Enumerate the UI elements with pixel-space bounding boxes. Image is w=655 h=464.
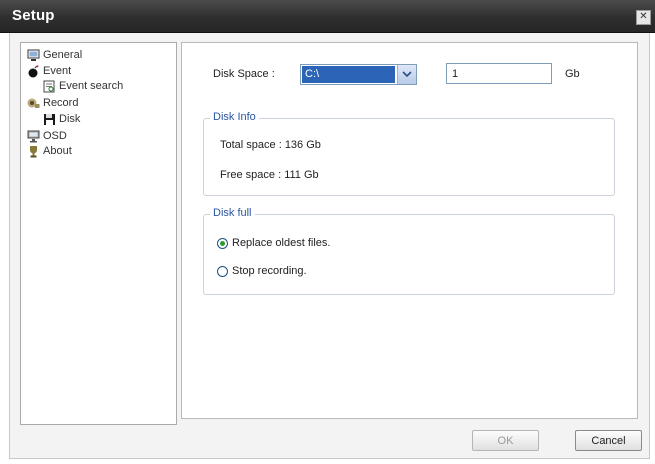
chevron-down-icon <box>402 69 412 81</box>
close-button[interactable]: ✕ <box>636 10 651 25</box>
tree-item-general[interactable]: General <box>27 48 82 62</box>
ok-button[interactable]: OK <box>472 430 539 451</box>
tree-item-label: General <box>43 49 83 61</box>
tree-item-disk[interactable]: Disk <box>43 112 80 126</box>
tree-item-label: OSD <box>43 130 67 142</box>
radio-unselected-icon <box>217 265 228 277</box>
total-space-text: Total space : 136 Gb <box>220 139 321 151</box>
cancel-button[interactable]: Cancel <box>575 430 642 451</box>
tree-item-about[interactable]: About <box>27 144 72 158</box>
search-doc-icon <box>43 80 56 93</box>
tree-item-label: Event <box>43 65 72 77</box>
replace-oldest-radio[interactable]: Replace oldest files. <box>217 237 330 249</box>
replace-oldest-label: Replace oldest files. <box>232 237 331 249</box>
display-icon <box>27 130 40 143</box>
tree-item-label: About <box>43 145 72 157</box>
disk-size-input[interactable] <box>446 63 552 84</box>
disk-full-group: Disk full Replace oldest files. Stop rec… <box>203 207 615 295</box>
disk-info-group: Disk Info Total space : 136 Gb Free spac… <box>203 111 615 196</box>
radio-selected-icon <box>217 237 228 249</box>
drive-select[interactable]: C:\ <box>300 64 417 85</box>
drive-select-value: C:\ <box>302 66 395 83</box>
dropdown-button[interactable] <box>397 65 416 84</box>
trophy-icon <box>27 145 40 158</box>
tree-item-osd[interactable]: OSD <box>27 129 67 143</box>
free-space-text: Free space : 111 Gb <box>220 169 319 181</box>
tree-item-event[interactable]: Event <box>27 64 71 78</box>
disk-full-legend: Disk full <box>210 207 255 219</box>
title-bar[interactable]: Setup ✕ <box>0 0 655 33</box>
bomb-icon <box>27 64 40 78</box>
disk-space-label: Disk Space : <box>213 68 275 80</box>
settings-tree: General Event Event search Record Disk O… <box>20 42 177 425</box>
window-title: Setup <box>12 7 55 24</box>
stop-recording-radio[interactable]: Stop recording. <box>217 265 307 277</box>
dialog-body: General Event Event search Record Disk O… <box>9 33 650 459</box>
floppy-disk-icon <box>43 113 56 126</box>
tree-item-label: Record <box>43 97 79 109</box>
monitor-icon <box>27 49 40 62</box>
disk-info-legend: Disk Info <box>210 111 259 123</box>
disk-settings-panel: Disk Space : C:\ Gb Disk Info Total spac… <box>181 42 638 419</box>
tree-item-record[interactable]: Record <box>27 96 78 110</box>
stop-recording-label: Stop recording. <box>232 265 307 277</box>
tree-item-label: Event search <box>59 80 124 92</box>
camera-icon <box>27 97 40 110</box>
setup-window: Setup ✕ General Event Event search Recor… <box>0 0 655 464</box>
tree-item-event-search[interactable]: Event search <box>43 79 123 93</box>
disk-size-unit: Gb <box>565 68 580 80</box>
tree-item-label: Disk <box>59 113 81 125</box>
close-icon: ✕ <box>639 11 648 22</box>
